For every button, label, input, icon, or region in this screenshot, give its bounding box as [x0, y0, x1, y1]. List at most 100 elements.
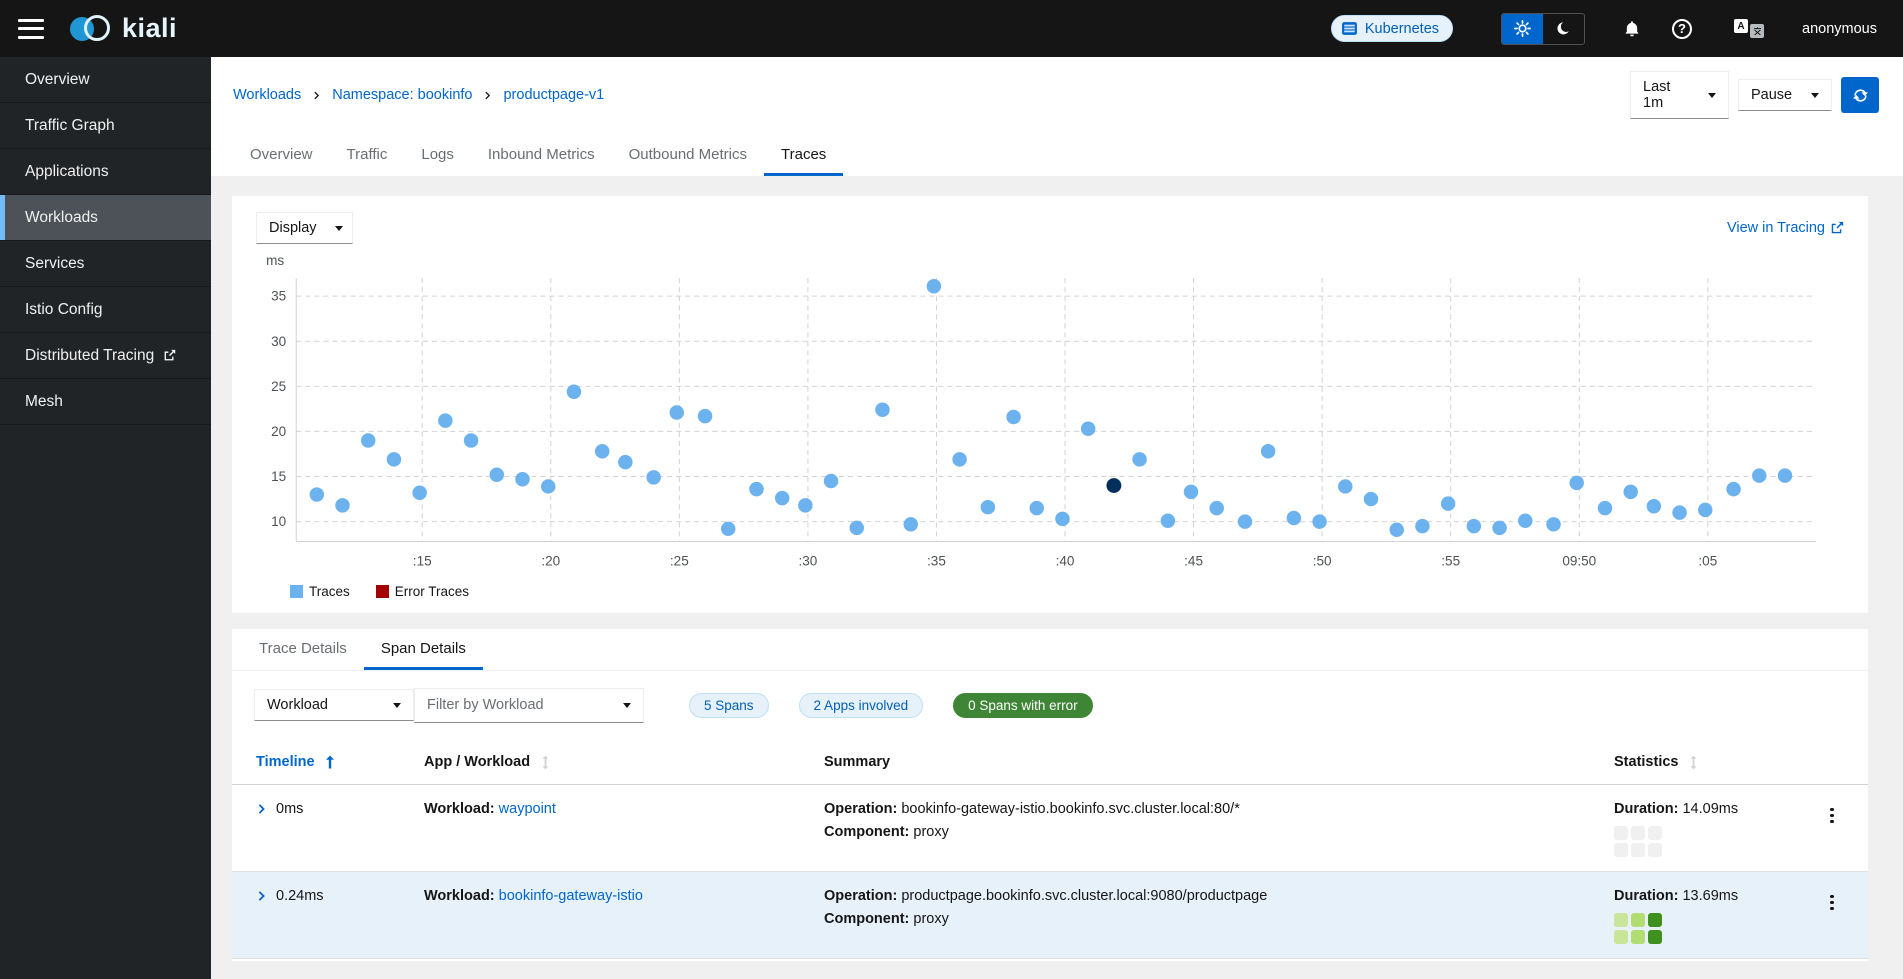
main-content: Workloads Namespace: bookinfo productpag…: [211, 57, 1903, 979]
column-header-summary: Summary: [824, 754, 1614, 770]
svg-text::45: :45: [1184, 554, 1203, 569]
sidebar-item-applications[interactable]: Applications: [0, 149, 211, 195]
operation-value: productpage.bookinfo.svc.cluster.local:9…: [901, 888, 1267, 904]
workload-link[interactable]: bookinfo-gateway-istio: [499, 888, 643, 904]
workload-link[interactable]: waypoint: [499, 801, 556, 817]
duration-value: 14.09ms: [1682, 801, 1738, 817]
user-menu[interactable]: anonymous: [1802, 21, 1877, 37]
span-summary-badges: 5 Spans 2 Apps involved 0 Spans with err…: [689, 693, 1093, 718]
trace-details-panel: Trace Details Span Details Workload 5 Sp…: [232, 629, 1868, 961]
moon-icon: [1556, 21, 1571, 36]
kubernetes-badge-label: Kubernetes: [1365, 21, 1439, 37]
refresh-interval-select[interactable]: Pause: [1738, 79, 1832, 111]
scatter-plot[interactable]: 101520253035:15:20:25:30:35:40:45:50:550…: [256, 252, 1844, 584]
expand-chevron-icon[interactable]: [256, 890, 267, 902]
tab-trace-details[interactable]: Trace Details: [242, 629, 364, 670]
svg-text::20: :20: [541, 554, 560, 569]
legend-traces[interactable]: Traces: [290, 584, 350, 599]
notifications-button[interactable]: [1623, 20, 1641, 38]
sidebar-item-overview[interactable]: Overview: [0, 57, 211, 103]
refresh-button[interactable]: [1841, 77, 1879, 113]
sidebar-item-distributed-tracing[interactable]: Distributed Tracing: [0, 333, 211, 379]
component-value: proxy: [913, 824, 948, 840]
view-in-tracing-link[interactable]: View in Tracing: [1727, 220, 1844, 236]
kiali-logo-icon: [70, 14, 116, 44]
svg-text:15: 15: [271, 469, 286, 484]
svg-text:20: 20: [271, 424, 286, 439]
duration-heatmap: [1614, 913, 1812, 944]
row-actions-kebab[interactable]: [1812, 803, 1852, 829]
column-header-timeline[interactable]: Timeline: [256, 754, 424, 770]
svg-text:25: 25: [271, 379, 286, 394]
kubernetes-cluster-badge[interactable]: Kubernetes: [1331, 15, 1453, 42]
tab-traffic[interactable]: Traffic: [330, 135, 405, 176]
light-theme-button[interactable]: [1502, 14, 1543, 44]
span-row-waypoint[interactable]: 0ms Workload: waypoint Operation: bookin…: [232, 785, 1868, 872]
details-tabs: Trace Details Span Details: [232, 629, 1868, 671]
tab-outbound-metrics[interactable]: Outbound Metrics: [612, 135, 764, 176]
svg-text:35: 35: [271, 289, 286, 304]
sidebar-item-traffic-graph[interactable]: Traffic Graph: [0, 103, 211, 149]
breadcrumb-namespace[interactable]: Namespace: bookinfo: [332, 87, 472, 103]
sort-ascending-icon: [325, 755, 335, 769]
legend-error-traces[interactable]: Error Traces: [376, 584, 469, 599]
bell-icon: [1623, 20, 1641, 38]
breadcrumb-workloads[interactable]: Workloads: [233, 87, 301, 103]
question-icon: ?: [1672, 19, 1692, 39]
spans-table-header: Timeline App / Workload Summary Statisti…: [232, 741, 1868, 785]
sidebar-item-services[interactable]: Services: [0, 241, 211, 287]
sort-icon: [540, 755, 551, 770]
sidebar-item-mesh[interactable]: Mesh: [0, 379, 211, 425]
svg-text::05: :05: [1698, 554, 1717, 569]
svg-text:09:50: 09:50: [1562, 554, 1596, 569]
column-header-statistics[interactable]: Statistics: [1614, 754, 1812, 770]
external-link-icon: [163, 349, 176, 362]
refresh-icon: [1852, 87, 1869, 104]
sidebar-item-workloads[interactable]: Workloads: [0, 195, 211, 241]
breadcrumb-workload-name[interactable]: productpage-v1: [503, 87, 604, 103]
chevron-down-icon: [393, 703, 401, 708]
component-value: proxy: [913, 911, 948, 927]
svg-text::50: :50: [1313, 554, 1332, 569]
display-options-select[interactable]: Display: [256, 212, 353, 244]
apps-involved-badge: 2 Apps involved: [799, 693, 924, 718]
tab-logs[interactable]: Logs: [404, 135, 471, 176]
chevron-down-icon: [623, 703, 631, 708]
sidebar-item-istio-config[interactable]: Istio Config: [0, 287, 211, 333]
language-button[interactable]: A: [1734, 19, 1764, 38]
workload-filter-input[interactable]: [427, 697, 623, 713]
svg-text:10: 10: [271, 514, 286, 529]
expand-chevron-icon[interactable]: [256, 803, 267, 815]
language-icon: A: [1734, 19, 1748, 33]
nav-toggle-icon[interactable]: [18, 19, 44, 39]
chevron-down-icon: [1708, 93, 1716, 98]
spans-count-badge: 5 Spans: [689, 693, 769, 718]
page-header: Workloads Namespace: bookinfo productpag…: [211, 57, 1903, 176]
tab-span-details[interactable]: Span Details: [364, 629, 483, 670]
span-row-bookinfo-gateway[interactable]: 0.24ms Workload: bookinfo-gateway-istio …: [232, 872, 1868, 959]
trace-scatter-chart[interactable]: 101520253035:15:20:25:30:35:40:45:50:550…: [256, 252, 1844, 584]
chevron-down-icon: [1811, 93, 1819, 98]
column-header-app-workload[interactable]: App / Workload: [424, 754, 824, 770]
chart-legend: Traces Error Traces: [290, 584, 1844, 599]
duration-heatmap: [1614, 826, 1812, 857]
help-button[interactable]: ?: [1672, 19, 1692, 39]
traces-chart-panel: Display View in Tracing 10 15 20 25 30 35 :15:…: [232, 196, 1868, 613]
sort-icon: [1688, 755, 1699, 770]
tab-traces[interactable]: Traces: [764, 135, 843, 176]
time-toolbar: Last 1m Pause: [1630, 71, 1879, 119]
svg-text::15: :15: [413, 554, 432, 569]
filter-type-select[interactable]: Workload: [254, 689, 414, 721]
row-actions-kebab[interactable]: [1812, 890, 1852, 916]
theme-toggle: [1501, 13, 1585, 45]
kiali-logo[interactable]: kiali: [70, 13, 177, 44]
svg-text:30: 30: [271, 334, 286, 349]
workload-filter-typeahead[interactable]: [414, 688, 644, 723]
span-filter-toolbar: Workload 5 Spans 2 Apps involved 0 Spans…: [232, 671, 1868, 733]
duration-select[interactable]: Last 1m: [1630, 71, 1729, 119]
tab-overview[interactable]: Overview: [233, 135, 330, 176]
error-traces-swatch: [376, 585, 389, 598]
tab-inbound-metrics[interactable]: Inbound Metrics: [471, 135, 612, 176]
svg-text::35: :35: [927, 554, 946, 569]
dark-theme-button[interactable]: [1543, 14, 1584, 44]
